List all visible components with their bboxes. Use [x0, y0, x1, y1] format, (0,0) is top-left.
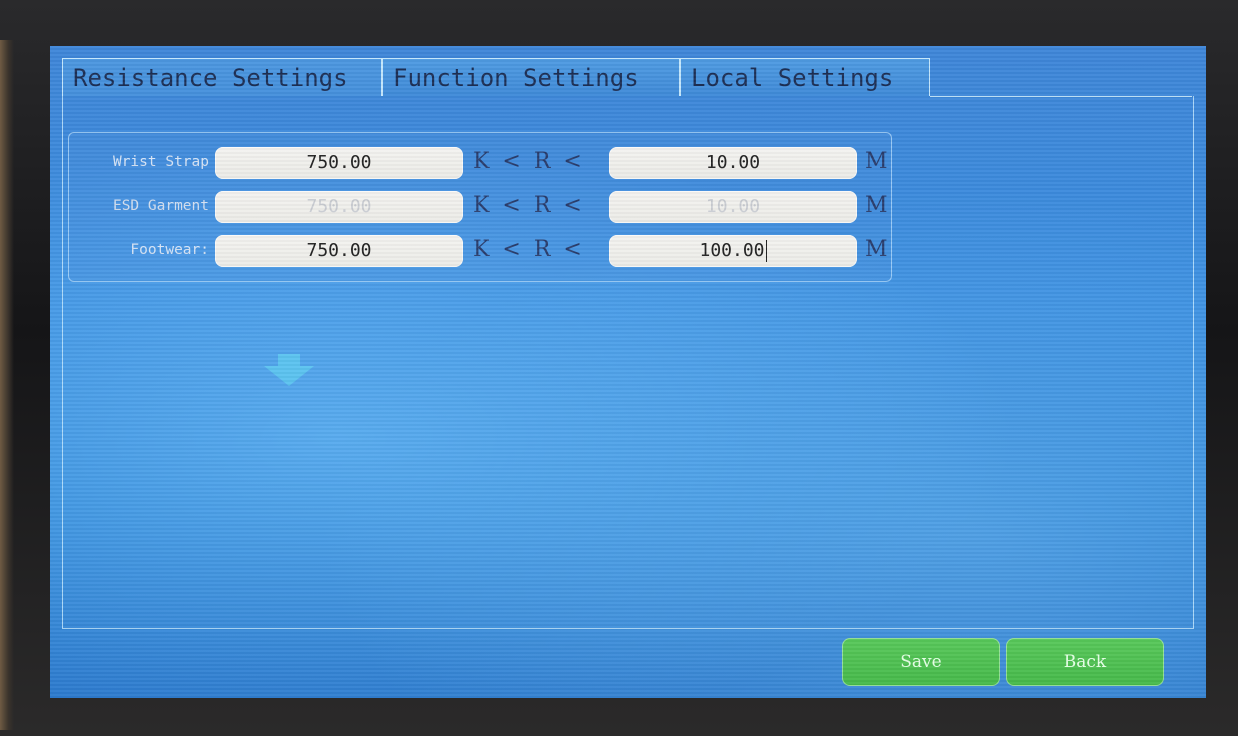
row-esd-garment: ESD Garment 750.00 K < R < 10.00 M [69, 187, 891, 225]
text-cursor [765, 240, 767, 262]
screen: Resistance Settings Function Settings Lo… [50, 46, 1206, 698]
relation-text: K < R < [473, 237, 585, 262]
relation-text: K < R < [473, 193, 585, 218]
back-button[interactable]: Back [1006, 638, 1164, 686]
row-label: Wrist Strap [112, 154, 209, 170]
row-footwear: Footwear: 750.00 K < R < 100.00 M [69, 231, 891, 269]
row-label: ESD Garment [112, 198, 209, 214]
relation-text: K < R < [473, 149, 585, 174]
bezel-edge [0, 40, 14, 730]
resistance-settings-group: Wrist Strap 750.00 K < R < 10.00 M ESD G… [68, 132, 892, 282]
unit-label: M [865, 237, 888, 262]
footwear-min-input[interactable]: 750.00 [215, 235, 463, 267]
tab-resistance-settings[interactable]: Resistance Settings [62, 58, 382, 96]
wrist-strap-min-input[interactable]: 750.00 [215, 147, 463, 179]
footwear-max-input[interactable]: 100.00 [609, 235, 857, 267]
arrow-down-icon [264, 354, 314, 386]
wrist-strap-max-input[interactable]: 10.00 [609, 147, 857, 179]
footwear-max-value: 100.00 [699, 240, 765, 261]
esd-garment-max-input: 10.00 [609, 191, 857, 223]
row-wrist-strap: Wrist Strap 750.00 K < R < 10.00 M [69, 143, 891, 181]
save-button[interactable]: Save [842, 638, 1000, 686]
unit-label: M [865, 193, 888, 218]
tab-local-settings[interactable]: Local Settings [680, 58, 930, 96]
tab-function-settings[interactable]: Function Settings [382, 58, 680, 96]
row-label: Footwear: [130, 242, 209, 258]
unit-label: M [865, 149, 888, 174]
esd-garment-min-input: 750.00 [215, 191, 463, 223]
